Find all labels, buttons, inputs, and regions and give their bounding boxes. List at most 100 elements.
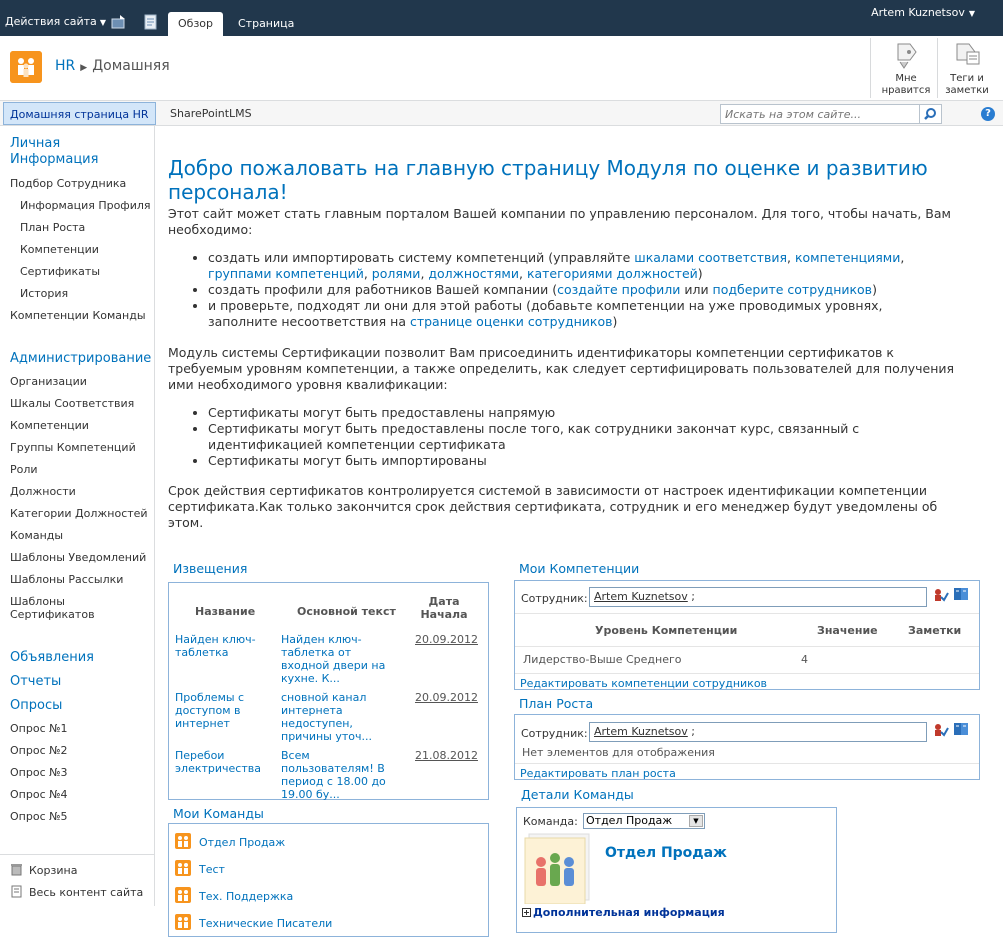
nav-item-admin-competencies[interactable]: Компетенции	[10, 419, 89, 432]
site-actions-menu[interactable]: Действия сайта ▼	[5, 15, 106, 28]
edit-page-icon[interactable]	[143, 14, 159, 30]
link-scales[interactable]: шкалами соответствия	[634, 250, 787, 265]
nav-item-survey-5[interactable]: Опрос №5	[10, 810, 68, 823]
nav-home-link[interactable]: Домашняя страница HR	[3, 102, 156, 125]
nav-heading-personal-2[interactable]: Информация	[10, 152, 98, 167]
employee-name: Artem Kuznetsov	[594, 590, 688, 603]
nav-item-survey-1[interactable]: Опрос №1	[10, 722, 68, 735]
nav-heading-announcements[interactable]: Объявления	[10, 650, 94, 665]
nav-item-profile-info[interactable]: Информация Профиля	[20, 199, 151, 212]
team-details-title[interactable]: Детали Команды	[521, 787, 634, 802]
column-header-level[interactable]: Уровень Компетенции	[595, 624, 737, 637]
my-competencies-title[interactable]: Мои Компетенции	[519, 561, 639, 576]
list-item: Сертификаты могут быть предоставлены пос…	[208, 421, 948, 453]
column-header-body[interactable]: Основной текст	[281, 591, 409, 625]
breadcrumb: HR ▶ Домашняя	[55, 58, 170, 74]
link-positions[interactable]: должностями	[428, 266, 519, 281]
divider	[515, 646, 979, 647]
column-header-notes[interactable]: Заметки	[908, 624, 961, 637]
announcement-title-link[interactable]: Перебои электричества	[175, 743, 281, 801]
navigate-up-icon[interactable]	[111, 14, 127, 30]
announcement-body-link[interactable]: Найден ключ-таблетка от входной двери на к…	[281, 625, 409, 685]
nav-item-history[interactable]: История	[20, 287, 68, 300]
nav-item-survey-2[interactable]: Опрос №2	[10, 744, 68, 757]
nav-item-scales[interactable]: Шкалы Соответствия	[10, 397, 134, 410]
nav-item-sharepointlms[interactable]: SharePointLMS	[170, 107, 252, 120]
breadcrumb-site[interactable]: HR	[55, 58, 75, 74]
nav-heading-admin[interactable]: Администрирование	[10, 351, 151, 366]
text: сновной канал	[281, 691, 367, 704]
check-names-icon[interactable]	[933, 722, 949, 738]
nav-heading-reports[interactable]: Отчеты	[10, 674, 61, 689]
nav-item-team-competencies[interactable]: Компетенции Команды	[10, 309, 146, 322]
link-assessment-page[interactable]: странице оценки сотрудников	[410, 314, 613, 329]
column-header-value[interactable]: Значение	[817, 624, 878, 637]
more-info-toggle[interactable]: Дополнительная информация	[522, 906, 725, 919]
edit-competencies-link[interactable]: Редактировать компетенции сотрудников	[520, 677, 767, 690]
nav-heading-personal[interactable]: Личная	[10, 136, 60, 151]
team-item[interactable]: Тех. Поддержка	[175, 887, 293, 903]
nav-item-position-categories[interactable]: Категории Должностей	[10, 507, 148, 520]
all-content-link[interactable]: Весь контент сайта	[10, 885, 143, 899]
link-create-profiles[interactable]: создайте профили	[557, 282, 680, 297]
team-item[interactable]: Тест	[175, 860, 225, 876]
tab-page[interactable]: Страница	[228, 12, 304, 36]
user-menu[interactable]: Artem Kuznetsov ▼	[871, 6, 975, 19]
link-competency-groups[interactable]: группами компетенций	[208, 266, 364, 281]
growth-plan-title[interactable]: План Роста	[519, 696, 593, 711]
certificates-list: Сертификаты могут быть предоставлены нап…	[188, 405, 948, 469]
help-icon[interactable]: ?	[981, 107, 995, 121]
column-header-date[interactable]: Дата Начала	[409, 591, 479, 625]
search-button[interactable]	[919, 105, 941, 123]
check-names-icon[interactable]	[933, 587, 949, 603]
list-item: создать профили для работников Вашей ком…	[208, 282, 948, 298]
team-name: Технические Писатели	[199, 917, 333, 930]
site-logo-icon[interactable]	[10, 51, 42, 83]
employee-picker[interactable]: Artem Kuznetsov ;	[589, 587, 927, 607]
announcement-body-link[interactable]: Всем пользователям! Впериод с 18.00 до 19.…	[281, 743, 409, 801]
column-header-title[interactable]: Название	[175, 591, 281, 625]
nav-item-organizations[interactable]: Организации	[10, 375, 87, 388]
nav-item-notification-templates[interactable]: Шаблоны Уведомлений	[10, 551, 146, 564]
text: или	[680, 282, 713, 297]
announcement-title-link[interactable]: Найден ключ-таблетка	[175, 625, 281, 685]
employee-picker[interactable]: Artem Kuznetsov ;	[589, 722, 927, 742]
team-select[interactable]: Отдел Продаж ▼	[583, 813, 705, 829]
team-item[interactable]: Технические Писатели	[175, 914, 332, 930]
nav-item-certificate-templates[interactable]: Шаблоны	[10, 595, 65, 608]
announcement-title-link[interactable]: Проблемы с доступом в интернет	[175, 685, 281, 743]
announcements-title[interactable]: Извещения	[173, 561, 247, 576]
nav-item-survey-4[interactable]: Опрос №4	[10, 788, 68, 801]
address-book-icon[interactable]	[953, 587, 969, 601]
link-select-employees[interactable]: подберите сотрудников	[713, 282, 873, 297]
team-item[interactable]: Отдел Продаж	[175, 833, 285, 849]
list-item: и проверьте, подходят ли они для этой ра…	[208, 298, 948, 330]
text: 19.00 бу...	[281, 788, 340, 801]
nav-item-competencies[interactable]: Компетенции	[20, 243, 99, 256]
nav-item-employee-selection[interactable]: Подбор Сотрудника	[10, 177, 126, 190]
recycle-bin-link[interactable]: Корзина	[10, 863, 77, 877]
address-book-icon[interactable]	[953, 722, 969, 736]
nav-item-roles[interactable]: Роли	[10, 463, 38, 476]
nav-item-positions[interactable]: Должности	[10, 485, 76, 498]
nav-item-certificate-templates-2[interactable]: Сертификатов	[10, 608, 95, 621]
link-roles[interactable]: ролями	[372, 266, 421, 281]
tags-notes-button[interactable]: Теги и заметки	[936, 40, 998, 97]
nav-item-mailing-templates[interactable]: Шаблоны Рассылки	[10, 573, 123, 586]
team-name: Отдел Продаж	[199, 836, 286, 849]
nav-item-competency-groups[interactable]: Группы Компетенций	[10, 441, 136, 454]
nav-item-teams[interactable]: Команды	[10, 529, 63, 542]
tab-overview[interactable]: Обзор	[168, 12, 224, 36]
link-competencies[interactable]: компетенциями	[795, 250, 900, 265]
my-teams-title[interactable]: Мои Команды	[173, 806, 264, 821]
search-input[interactable]	[721, 105, 917, 123]
nav-item-survey-3[interactable]: Опрос №3	[10, 766, 68, 779]
intro-paragraph: Этот сайт может стать главным порталом В…	[168, 206, 951, 237]
edit-growth-plan-link[interactable]: Редактировать план роста	[520, 767, 676, 780]
like-button[interactable]: Мне нравится	[875, 40, 937, 97]
nav-heading-surveys[interactable]: Опросы	[10, 698, 62, 713]
nav-item-growth-plan[interactable]: План Роста	[20, 221, 85, 234]
nav-item-certificates[interactable]: Сертификаты	[20, 265, 100, 278]
link-position-categories[interactable]: категориями должностей	[527, 266, 698, 281]
announcement-body-link[interactable]: сновной канал интернета недоступен, причины…	[281, 685, 409, 743]
